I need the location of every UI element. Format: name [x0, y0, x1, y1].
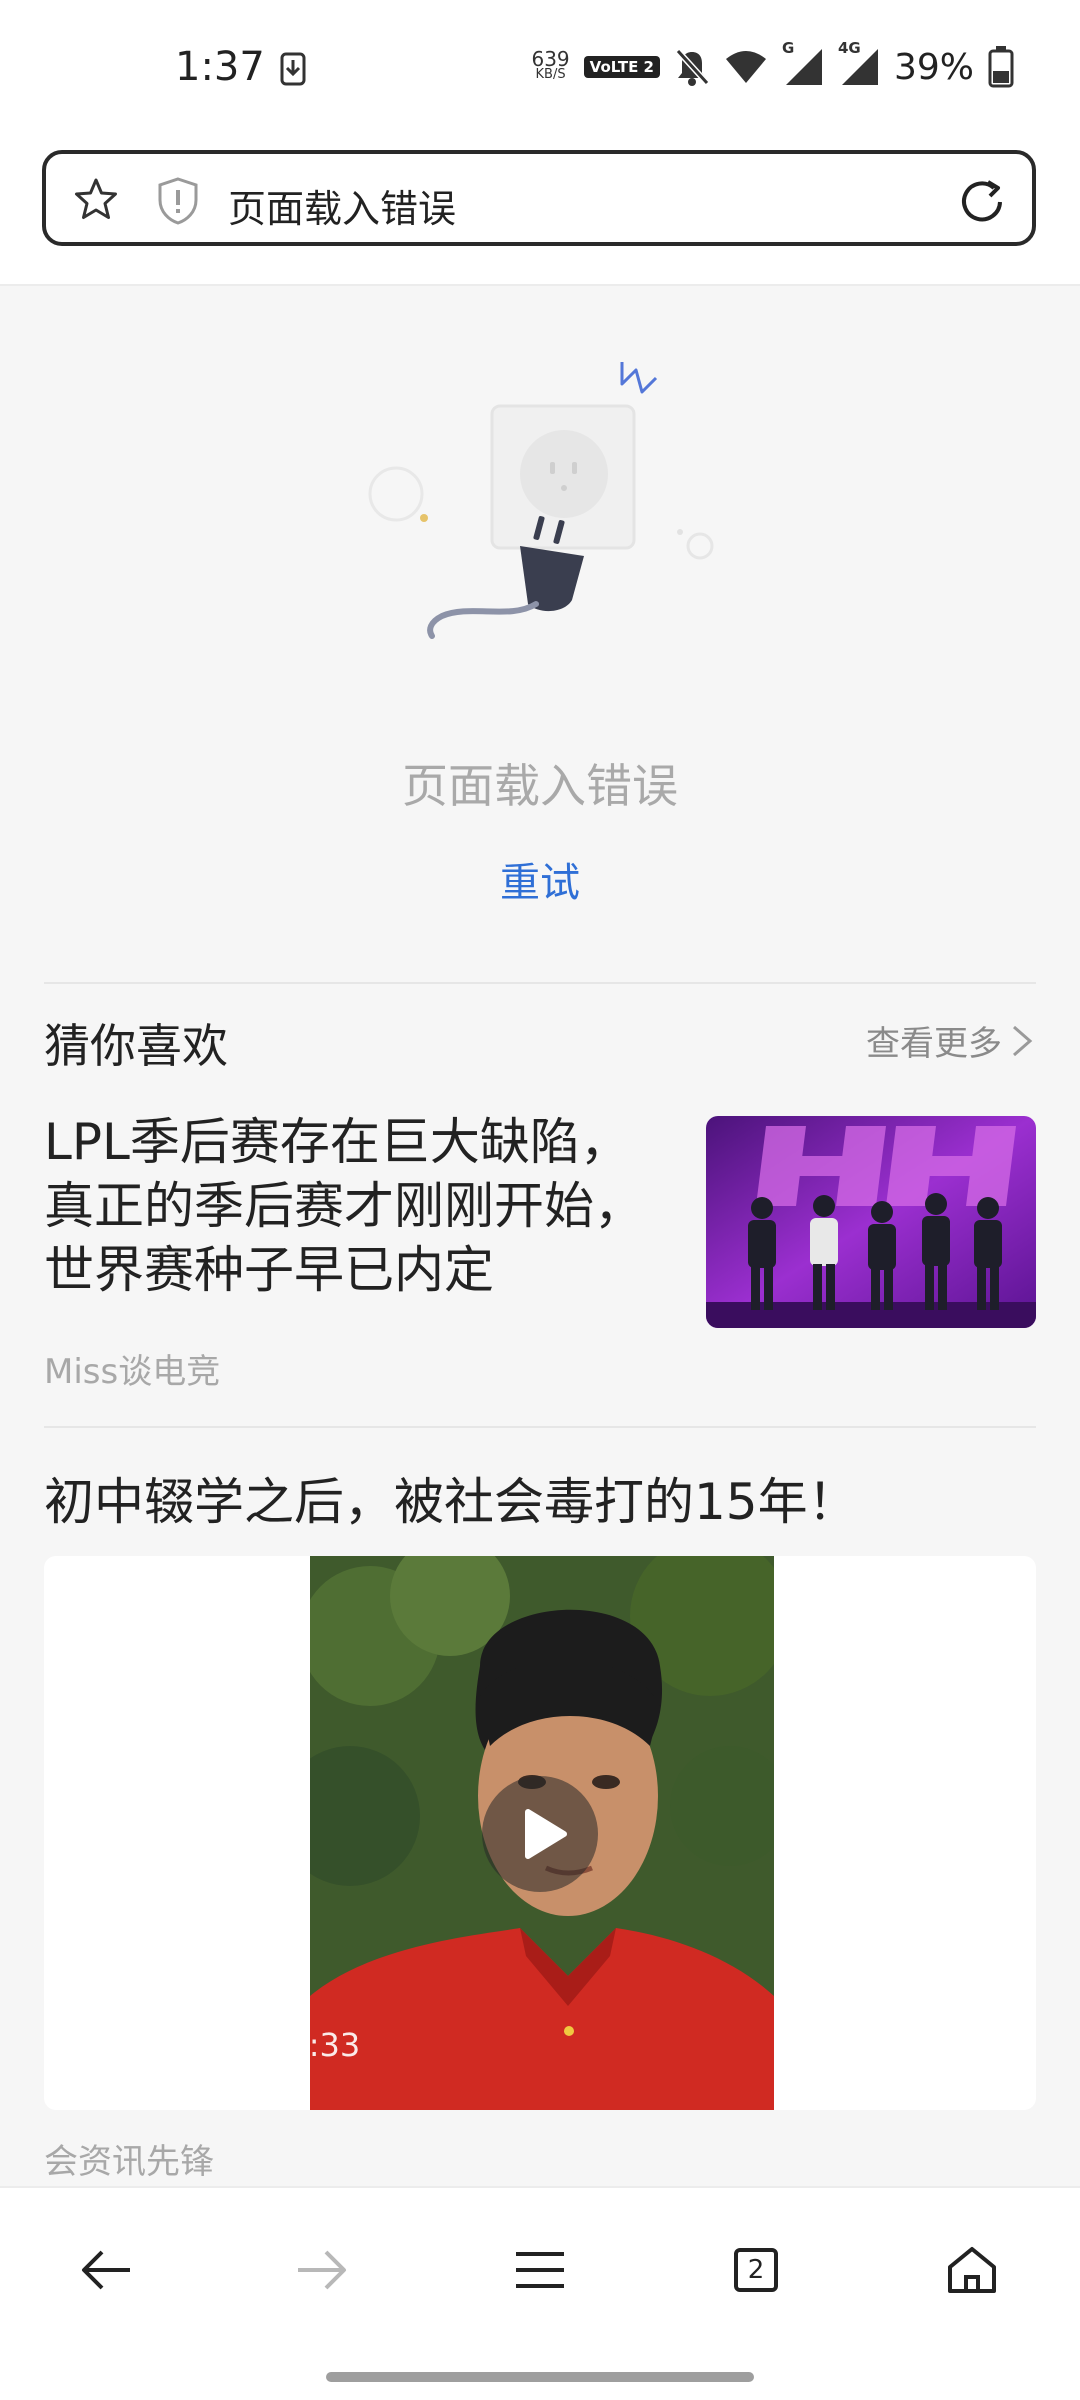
- news-source: Miss谈电竞: [44, 1352, 221, 1392]
- news-source: 会资讯先锋: [44, 2142, 214, 2182]
- back-icon: [82, 2250, 130, 2290]
- news-title[interactable]: 初中辍学之后，被社会毒打的15年！: [44, 1462, 858, 1534]
- address-bar[interactable]: 页面载入错误: [42, 150, 1036, 246]
- news-title[interactable]: LPL季后赛存在巨大缺陷，真正的季后赛才刚刚开始，世界赛种子早已内定: [44, 1110, 674, 1302]
- chevron-right-icon: [1013, 1025, 1033, 1056]
- news-thumbnail[interactable]: [706, 1116, 1036, 1328]
- forward-button[interactable]: [282, 2230, 362, 2310]
- url-text[interactable]: 页面载入错误: [228, 178, 456, 233]
- bottom-nav: 2: [0, 2186, 1080, 2400]
- divider: [44, 982, 1036, 984]
- signal-icon: [841, 49, 878, 85]
- view-more-label: 查看更多: [866, 1024, 1002, 1064]
- divider: [44, 1426, 1036, 1428]
- signal-2: 4G: [838, 39, 880, 87]
- signal-1: G: [782, 39, 824, 87]
- tabs-icon: 2: [734, 2248, 778, 2292]
- status-bar: 1:37 639 KB/S VoLTE 2 G 4G 39%: [0, 0, 1080, 136]
- video-duration: 01:33: [268, 2026, 361, 2064]
- view-more-link[interactable]: 查看更多: [866, 1016, 1034, 1065]
- play-button[interactable]: [482, 1776, 598, 1892]
- volte-badge: VoLTE 2: [583, 56, 660, 78]
- browser-screen: 1:37 639 KB/S VoLTE 2 G 4G 39% 页面载入错误 页面…: [0, 0, 1080, 2400]
- video-card[interactable]: 0次观看 01:33: [44, 1556, 1036, 2110]
- status-icons: 639 KB/S VoLTE 2 G 4G 39%: [531, 39, 1014, 90]
- back-button[interactable]: [66, 2230, 146, 2310]
- play-icon: [525, 1809, 567, 1859]
- net-speed: 639 KB/S: [531, 47, 570, 83]
- battery-level: 39%: [893, 46, 974, 88]
- battery-icon: [988, 46, 1014, 88]
- view-count: 0次观看: [88, 2032, 205, 2070]
- esports-team-image: [706, 1116, 1036, 1328]
- retry-button[interactable]: 重试: [490, 850, 590, 908]
- forward-icon: [298, 2250, 346, 2290]
- error-message: 页面载入错误: [402, 759, 678, 813]
- net-speed-unit: KB/S: [535, 67, 566, 82]
- reload-icon[interactable]: [956, 176, 1008, 228]
- menu-icon: [516, 2252, 564, 2288]
- home-icon: [948, 2247, 996, 2293]
- shield-icon[interactable]: [156, 176, 200, 226]
- address-bar-container: 页面载入错误: [0, 136, 1080, 286]
- star-icon[interactable]: [72, 176, 120, 224]
- menu-button[interactable]: [500, 2230, 580, 2310]
- home-indicator[interactable]: [326, 2372, 754, 2382]
- status-time: 1:37: [175, 44, 265, 90]
- mute-icon: [675, 48, 710, 86]
- home-button[interactable]: [932, 2230, 1012, 2310]
- tabs-button[interactable]: 2: [716, 2230, 796, 2310]
- plug-icon: [368, 362, 714, 639]
- net-speed-value: 639: [531, 47, 570, 71]
- wifi-icon: [725, 51, 766, 83]
- recommend-title: 猜你喜欢: [44, 1019, 228, 1073]
- tabs-count: 2: [747, 2255, 765, 2285]
- signal-icon: [785, 49, 822, 85]
- download-icon: [280, 52, 306, 86]
